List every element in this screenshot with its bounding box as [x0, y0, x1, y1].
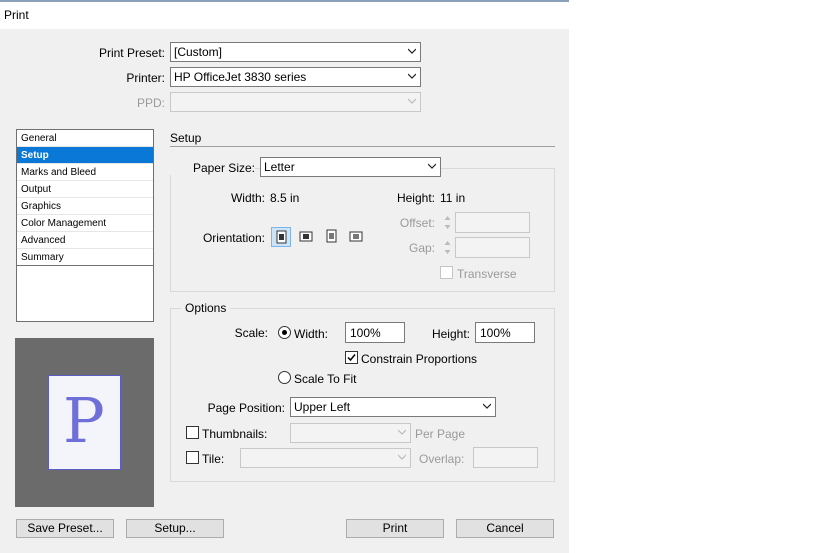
offset-input: [455, 212, 530, 233]
scale-height-value: 100%: [480, 326, 511, 340]
gap-spinner-icon: [444, 241, 451, 254]
scale-height-input[interactable]: 100%: [475, 322, 535, 343]
scale-width-input[interactable]: 100%: [345, 322, 405, 343]
portrait-orientation-button[interactable]: [271, 227, 291, 247]
page-position-value: Upper Left: [294, 400, 351, 414]
reverse-portrait-icon: [326, 229, 337, 243]
print-preset-select[interactable]: [Custom]: [170, 42, 421, 62]
checkmark-icon: [347, 354, 356, 362]
scale-to-fit-radio[interactable]: [278, 371, 291, 384]
print-dialog: Print Print Preset: [Custom] Printer: HP…: [0, 0, 569, 553]
paper-width-label: Width:: [230, 191, 265, 205]
print-preset-label: Print Preset:: [98, 46, 165, 60]
setup-button[interactable]: Setup...: [126, 519, 224, 538]
thumbnails-checkbox[interactable]: [186, 426, 199, 439]
scale-label: Scale:: [234, 326, 268, 340]
setup-divider: [170, 146, 555, 147]
ppd-label: PPD:: [136, 96, 165, 110]
printer-select[interactable]: HP OfficeJet 3830 series: [170, 67, 421, 87]
chevron-down-icon: [408, 73, 416, 79]
transverse-label: Transverse: [457, 267, 517, 281]
chevron-down-icon: [398, 454, 406, 460]
tile-select: [240, 448, 411, 468]
scale-to-fit-label: Scale To Fit: [294, 372, 357, 386]
reverse-portrait-orientation-button[interactable]: [322, 227, 342, 247]
gap-input: [455, 237, 530, 258]
page-preview: P: [15, 338, 154, 507]
category-general[interactable]: General: [17, 130, 153, 147]
category-output[interactable]: Output: [17, 181, 153, 198]
tile-checkbox[interactable]: [186, 451, 199, 464]
portrait-icon: [276, 230, 287, 244]
page-position-select[interactable]: Upper Left: [290, 397, 496, 417]
gap-label: Gap:: [408, 241, 435, 255]
scale-width-radio[interactable]: [278, 326, 291, 339]
category-setup[interactable]: Setup: [17, 147, 153, 164]
scale-width-value: 100%: [350, 326, 381, 340]
overlap-input: [473, 447, 538, 468]
landscape-icon: [299, 231, 313, 242]
category-list-empty-area: [17, 265, 153, 322]
chevron-down-icon: [408, 98, 416, 104]
paper-height-label: Height:: [396, 191, 435, 205]
constrain-proportions-label: Constrain Proportions: [361, 352, 478, 366]
offset-label: Offset:: [399, 216, 435, 230]
category-graphics[interactable]: Graphics: [17, 198, 153, 215]
cancel-button[interactable]: Cancel: [456, 519, 554, 538]
paper-height-value: 11 in: [440, 191, 466, 205]
category-marks-and-bleed[interactable]: Marks and Bleed: [17, 164, 153, 181]
setup-heading: Setup: [170, 131, 202, 145]
title-bar: Print: [0, 0, 569, 29]
printer-label: Printer:: [126, 71, 165, 85]
chevron-down-icon: [428, 163, 436, 169]
print-button[interactable]: Print: [346, 519, 444, 538]
per-page-label: Per Page: [415, 427, 466, 441]
chevron-down-icon: [398, 429, 406, 435]
paper-size-value: Letter: [264, 160, 295, 174]
category-summary[interactable]: Summary: [17, 249, 153, 266]
scale-height-label: Height:: [431, 327, 470, 341]
tile-label: Tile:: [202, 452, 225, 466]
ppd-select: [170, 92, 421, 112]
category-advanced[interactable]: Advanced: [17, 232, 153, 249]
window-title: Print: [4, 8, 29, 22]
category-color-management[interactable]: Color Management: [17, 215, 153, 232]
thumbnails-label: Thumbnails:: [202, 427, 268, 441]
paper-size-select[interactable]: Letter: [260, 157, 441, 177]
scale-width-label: Width:: [294, 327, 329, 341]
reverse-landscape-icon: [349, 231, 363, 242]
page-position-label: Page Position:: [207, 401, 285, 415]
constrain-proportions-checkbox[interactable]: [345, 351, 358, 364]
thumbnails-select: [290, 423, 411, 443]
printer-value: HP OfficeJet 3830 series: [174, 70, 307, 84]
landscape-orientation-button[interactable]: [297, 227, 317, 247]
preview-page: P: [48, 375, 121, 470]
save-preset-button[interactable]: Save Preset...: [16, 519, 114, 538]
chevron-down-icon: [408, 48, 416, 54]
preview-letter: P: [63, 384, 105, 457]
orientation-label: Orientation:: [202, 231, 265, 245]
paper-width-value: 8.5 in: [270, 191, 300, 205]
category-list: General Setup Marks and Bleed Output Gra…: [16, 129, 154, 322]
chevron-down-icon: [483, 403, 491, 409]
paper-size-label: Paper Size:: [170, 161, 255, 175]
overlap-label: Overlap:: [419, 452, 465, 466]
offset-spinner-icon: [444, 216, 451, 229]
print-preset-value: [Custom]: [174, 45, 223, 59]
reverse-landscape-orientation-button[interactable]: [347, 227, 367, 247]
options-heading: Options: [181, 301, 231, 315]
transverse-checkbox: [440, 266, 453, 279]
